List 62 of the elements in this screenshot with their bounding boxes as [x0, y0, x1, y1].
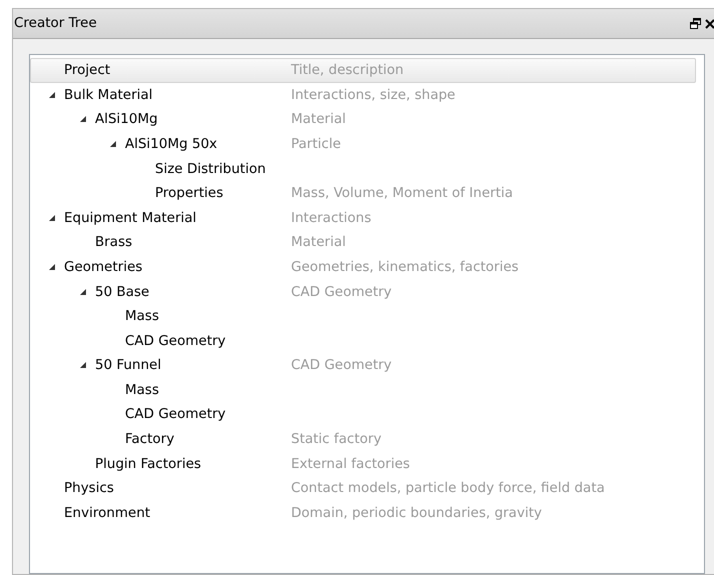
tree-row[interactable]: Project Title, description [30, 58, 696, 83]
item-name: 50 Funnel [95, 356, 162, 376]
tree-row[interactable]: Geometries Geometries, kinematics, factories [30, 254, 696, 280]
item-description: Material [291, 110, 346, 130]
tree-row[interactable]: Physics Contact models, particle body force, field data [30, 476, 696, 501]
item-description: Interactions [291, 208, 372, 228]
item-name: AlSi10Mg 50x [125, 134, 218, 154]
item-name: Physics [64, 479, 114, 498]
tree-row[interactable]: Brass Material [30, 230, 696, 255]
tree-row[interactable]: Equipment Material Interactions [30, 206, 696, 230]
item-description: Particle [291, 134, 341, 154]
item-description: Interactions, size, shape [291, 86, 456, 105]
item-description: Material [291, 233, 346, 252]
tree-row[interactable]: Mass [30, 378, 696, 402]
item-description: CAD Geometry [291, 282, 392, 302]
item-description: Contact models, particle body force, field data [291, 479, 605, 498]
item-name: CAD Geometry [125, 405, 226, 424]
item-name: 50 Base [95, 282, 150, 302]
item-description: Title, description [291, 61, 404, 80]
panel-title: Creator Tree [14, 14, 97, 34]
tree-row[interactable]: CAD Geometry [30, 402, 696, 427]
expanded-triangle-icon[interactable] [79, 361, 87, 370]
item-description: Geometries, kinematics, factories [291, 258, 519, 277]
item-name: AlSi10Mg [95, 110, 158, 130]
item-description: Domain, periodic boundaries, gravity [291, 504, 542, 523]
expanded-triangle-icon[interactable] [79, 288, 87, 296]
item-description: External factories [291, 454, 410, 474]
item-name: Equipment Material [64, 208, 196, 228]
expanded-triangle-icon[interactable] [48, 263, 56, 272]
item-description: CAD Geometry [291, 356, 392, 376]
tree-row[interactable]: 50 Base CAD Geometry [30, 279, 696, 304]
expanded-triangle-icon[interactable] [109, 140, 117, 148]
item-name: Properties [155, 184, 224, 204]
item-name: Mass [125, 307, 159, 326]
tree-row[interactable]: Factory Static factory [30, 426, 696, 452]
tree-row[interactable]: Environment Domain, periodic boundaries, gravity [30, 500, 696, 526]
float-icon[interactable] [690, 18, 701, 29]
item-name: Bulk Material [64, 86, 153, 105]
tree-row[interactable]: CAD Geometry [30, 328, 696, 354]
tree-row[interactable]: Properties Mass, Volume, Moment of Inertia [30, 180, 696, 206]
item-name: Size Distribution [155, 160, 266, 179]
expanded-triangle-icon[interactable] [48, 214, 56, 222]
item-name: Plugin Factories [95, 454, 202, 474]
item-name: Brass [95, 233, 132, 252]
tree-row[interactable]: AlSi10Mg Material [30, 107, 696, 132]
item-name: Geometries [64, 258, 142, 277]
tree-row[interactable]: Size Distribution [30, 156, 696, 181]
tree-row[interactable]: AlSi10Mg 50x Particle [30, 132, 696, 156]
item-name: CAD Geometry [125, 332, 226, 351]
tree-row[interactable]: 50 Funnel CAD Geometry [30, 353, 696, 378]
tree-row[interactable]: Plugin Factories External factories [30, 452, 696, 476]
close-icon[interactable] [705, 18, 714, 28]
tree-row[interactable]: Mass [30, 304, 696, 329]
expanded-triangle-icon[interactable] [79, 115, 87, 124]
tree-row[interactable]: Bulk Material Interactions, size, shape [30, 82, 696, 108]
item-name: Environment [64, 504, 150, 523]
item-name: Factory [125, 430, 174, 450]
item-name: Mass [125, 380, 159, 400]
expanded-triangle-icon[interactable] [48, 90, 56, 99]
item-description: Static factory [291, 430, 382, 450]
item-name: Project [64, 61, 110, 80]
item-description: Mass, Volume, Moment of Inertia [291, 184, 513, 204]
